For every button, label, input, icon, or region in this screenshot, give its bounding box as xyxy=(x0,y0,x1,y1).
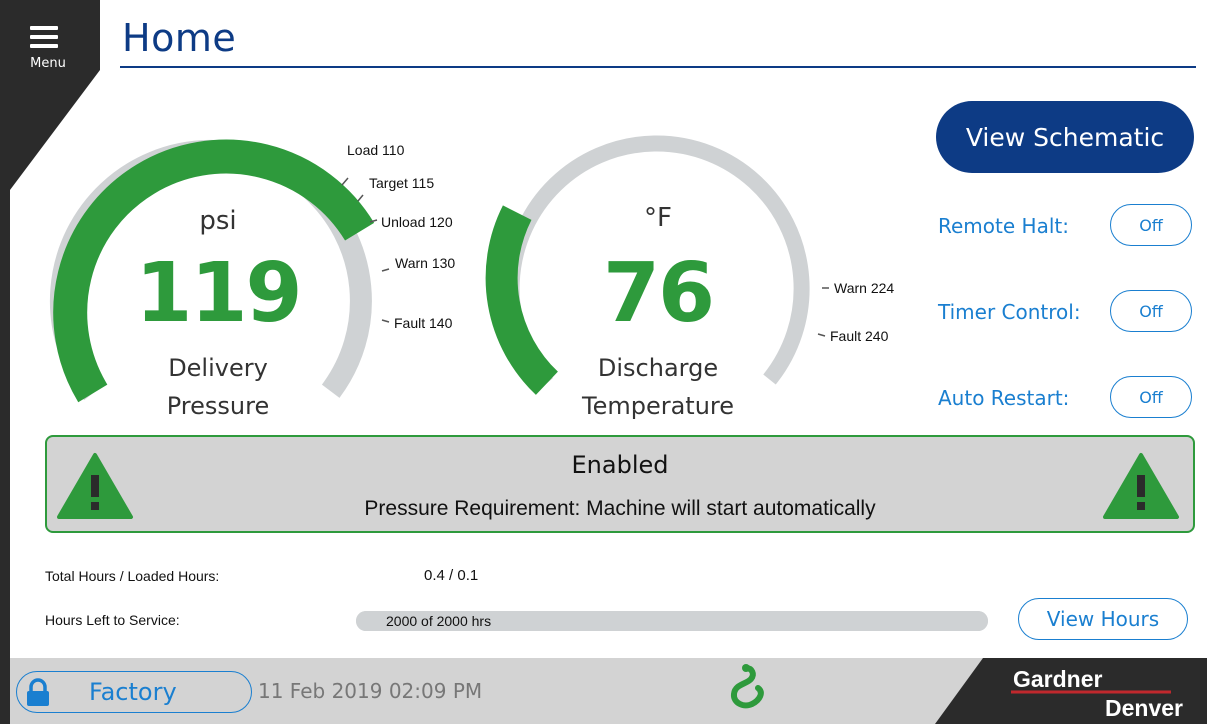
auto-restart-toggle[interactable]: Off xyxy=(1110,376,1192,418)
total-hours-label: Total Hours / Loaded Hours: xyxy=(45,568,220,584)
tick-label-fault: Fault 240 xyxy=(830,328,889,344)
service-progress-text: 2000 of 2000 hrs xyxy=(386,613,492,629)
pressure-caption-line1: Delivery xyxy=(168,354,268,382)
view-hours-button[interactable]: View Hours xyxy=(1018,598,1188,640)
tick-label-warn: Warn 224 xyxy=(834,280,895,296)
brand-line2: Denver xyxy=(1105,695,1183,721)
tick-target xyxy=(357,194,364,202)
timer-control-toggle[interactable]: Off xyxy=(1110,290,1192,332)
tick-load xyxy=(341,177,349,186)
tick-warn xyxy=(381,268,390,272)
tick-fault xyxy=(381,319,390,323)
temperature-value: 76 xyxy=(602,246,715,341)
temperature-caption-line2: Temperature xyxy=(581,392,735,420)
status-banner: Enabled Pressure Requirement: Machine wi… xyxy=(45,435,1195,533)
tick-label-fault: Fault 140 xyxy=(394,315,453,331)
service-progress-bar: 2000 of 2000 hrs xyxy=(356,611,988,631)
date-time: 11 Feb 2019 02:09 PM xyxy=(258,679,483,703)
view-schematic-button[interactable]: View Schematic xyxy=(936,101,1194,173)
lock-icon xyxy=(27,678,49,706)
tick-label-load: Load 110 xyxy=(347,142,405,158)
pressure-value: 119 xyxy=(135,246,302,341)
tick-label-unload: Unload 120 xyxy=(381,214,453,230)
discharge-temperature-gauge: °F 76 Discharge Temperature Warn 224 Fau… xyxy=(480,0,920,430)
remote-halt-label: Remote Halt: xyxy=(938,214,1069,238)
pressure-unit: psi xyxy=(199,206,237,236)
tick-label-target: Target 115 xyxy=(369,175,435,191)
user-login-button[interactable]: Factory xyxy=(16,671,252,713)
status-title: Enabled xyxy=(571,451,669,479)
brand-logo: Gardner Denver xyxy=(935,658,1207,724)
delivery-pressure-gauge: psi 119 Delivery Pressure Load 110 Targe… xyxy=(0,0,480,430)
total-hours-value: 0.4 / 0.1 xyxy=(424,567,479,584)
brand-line1: Gardner xyxy=(1013,666,1103,692)
auto-restart-label: Auto Restart: xyxy=(938,386,1070,410)
user-label: Factory xyxy=(89,678,177,706)
pressure-caption-line2: Pressure xyxy=(166,392,270,420)
warning-triangle-icon xyxy=(1103,453,1179,519)
tick-fault xyxy=(817,333,826,337)
status-message: Pressure Requirement: Machine will start… xyxy=(364,497,876,520)
service-hours-label: Hours Left to Service: xyxy=(45,612,180,628)
company-logo-icon xyxy=(731,664,764,709)
temperature-unit: °F xyxy=(644,203,672,233)
temperature-caption-line1: Discharge xyxy=(597,354,719,382)
timer-control-label: Timer Control: xyxy=(938,300,1081,324)
tick-label-warn: Warn 130 xyxy=(395,255,456,271)
remote-halt-toggle[interactable]: Off xyxy=(1110,204,1192,246)
